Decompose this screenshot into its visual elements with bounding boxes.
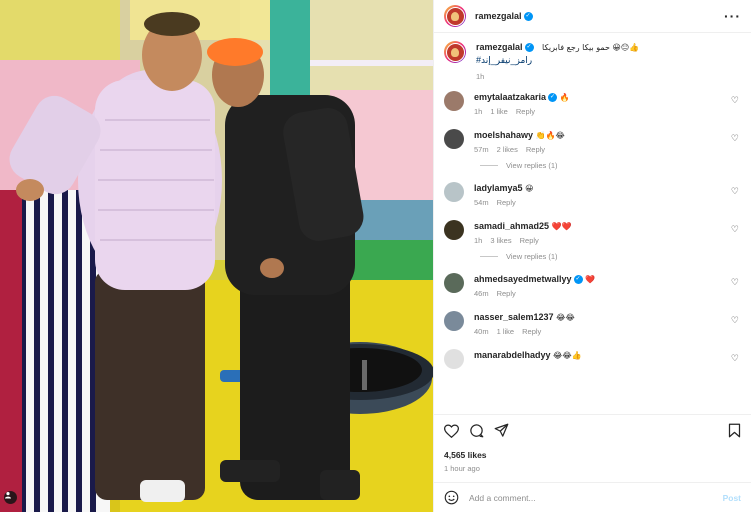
- comment-likes[interactable]: 1 like: [497, 327, 515, 336]
- comment-username[interactable]: manarabdelhadyy: [474, 350, 551, 360]
- like-comment-heart-icon[interactable]: ♡: [731, 353, 739, 364]
- reply-button[interactable]: Reply: [497, 198, 516, 207]
- like-comment-heart-icon[interactable]: ♡: [731, 224, 739, 235]
- view-replies-label[interactable]: View replies (1): [506, 161, 558, 170]
- view-replies-button[interactable]: View replies (1): [480, 252, 741, 261]
- comments-list[interactable]: ramezgalal ✓ حمو بيكا رجع فابريكا 😀😐👍 #را…: [434, 33, 751, 414]
- add-comment-bar: Post: [434, 482, 751, 512]
- commenter-avatar[interactable]: [444, 129, 464, 149]
- comment-text: 😂😂: [556, 313, 575, 322]
- comment-username[interactable]: samadi_ahmad25: [474, 221, 549, 231]
- reply-button[interactable]: Reply: [516, 107, 535, 116]
- caption-hashtag[interactable]: #رامز_نيفر_إند: [476, 55, 532, 65]
- comment-row: samadi_ahmad25 ❤️❤️ 1h 3 likes Reply ♡: [444, 220, 741, 245]
- commenter-avatar[interactable]: [444, 182, 464, 202]
- share-icon[interactable]: [494, 423, 509, 438]
- like-comment-heart-icon[interactable]: ♡: [731, 315, 739, 326]
- like-heart-icon[interactable]: [444, 423, 459, 438]
- caption: ramezgalal ✓ حمو بيكا رجع فابريكا 😀😐👍 #را…: [444, 41, 741, 81]
- comment-time: 54m: [474, 198, 489, 207]
- caption-text: حمو بيكا رجع فابريكا 😀😐👍: [542, 43, 640, 52]
- like-count[interactable]: 4,565 likes: [444, 450, 741, 460]
- comment-text: 😂😂👍: [553, 351, 582, 360]
- commenter-avatar[interactable]: [444, 273, 464, 293]
- reply-button[interactable]: Reply: [522, 327, 541, 336]
- verified-icon: ✓: [573, 275, 583, 285]
- view-replies-button[interactable]: View replies (1): [480, 161, 741, 170]
- post-image-graphic: [0, 0, 433, 512]
- like-comment-heart-icon[interactable]: ♡: [731, 95, 739, 106]
- comment-likes[interactable]: 2 likes: [497, 145, 518, 154]
- post-actions: 4,565 likes 1 hour ago: [434, 414, 751, 482]
- emoji-picker-icon[interactable]: [444, 490, 459, 505]
- comment-row: manarabdelhadyy 😂😂👍 ♡: [444, 349, 741, 369]
- comment-time: 1h: [474, 236, 483, 245]
- comment-icon[interactable]: [469, 423, 484, 438]
- comment-likes[interactable]: 3 likes: [490, 236, 511, 245]
- like-comment-heart-icon[interactable]: ♡: [731, 186, 739, 197]
- comment-time: 46m: [474, 289, 489, 298]
- comment-row: nasser_salem1237 😂😂 40m 1 like Reply ♡: [444, 311, 741, 336]
- reply-button[interactable]: Reply: [526, 145, 545, 154]
- comment-time: 57m: [474, 145, 489, 154]
- comment-text: ❤️: [585, 275, 596, 284]
- comment-time: 40m: [474, 327, 489, 336]
- comment-text: 👏🔥😂: [535, 131, 565, 140]
- comment-username[interactable]: ladylamya5: [474, 183, 523, 193]
- comment-username[interactable]: nasser_salem1237: [474, 312, 554, 322]
- verified-icon: ✓: [523, 11, 533, 21]
- verified-icon: ✓: [524, 43, 534, 53]
- commenter-avatar[interactable]: [444, 91, 464, 111]
- like-comment-heart-icon[interactable]: ♡: [731, 133, 739, 144]
- caption-author-avatar[interactable]: [444, 41, 466, 63]
- reply-button[interactable]: Reply: [520, 236, 539, 245]
- comment-input[interactable]: [469, 492, 723, 503]
- comment-text: 🔥: [559, 93, 570, 102]
- author-avatar[interactable]: [444, 5, 466, 27]
- post-header: ramezgalal ✓ ···: [434, 0, 751, 33]
- comment-text: ❤️❤️: [551, 222, 572, 231]
- like-comment-heart-icon[interactable]: ♡: [731, 277, 739, 288]
- post-timestamp: 1 hour ago: [444, 464, 480, 473]
- post-comment-button[interactable]: Post: [723, 493, 741, 503]
- comment-username[interactable]: ahmedsayedmetwallyy: [474, 274, 572, 284]
- commenter-avatar[interactable]: [444, 311, 464, 331]
- comment-text: 😀: [525, 184, 534, 193]
- bookmark-icon[interactable]: [728, 423, 741, 438]
- comment-row: ladylamya5 😀 54m Reply ♡: [444, 182, 741, 207]
- comment-row: ahmedsayedmetwallyy ✓ ❤️ 46m Reply ♡: [444, 273, 741, 298]
- tagged-user-icon[interactable]: [4, 491, 17, 504]
- caption-time: 1h: [476, 72, 485, 81]
- comment-row: moelshahawy 👏🔥😂 57m 2 likes Reply ♡: [444, 129, 741, 154]
- comment-username[interactable]: emytalaatzakaria: [474, 92, 546, 102]
- comment-row: emytalaatzakaria ✓ 🔥 1h 1 like Reply ♡: [444, 91, 741, 116]
- more-options-icon[interactable]: ···: [724, 8, 741, 24]
- post-photo[interactable]: [0, 0, 433, 512]
- post-details-panel: ramezgalal ✓ ··· ramezgalal ✓ حمو بيكا رج…: [433, 0, 751, 512]
- comment-username[interactable]: moelshahawy: [474, 130, 533, 140]
- comment-time: 1h: [474, 107, 483, 116]
- verified-icon: ✓: [548, 93, 558, 103]
- author-username[interactable]: ramezgalal: [475, 11, 522, 21]
- reply-button[interactable]: Reply: [497, 289, 516, 298]
- view-replies-label[interactable]: View replies (1): [506, 252, 558, 261]
- commenter-avatar[interactable]: [444, 220, 464, 240]
- caption-username[interactable]: ramezgalal: [476, 42, 523, 52]
- comment-likes[interactable]: 1 like: [490, 107, 508, 116]
- commenter-avatar[interactable]: [444, 349, 464, 369]
